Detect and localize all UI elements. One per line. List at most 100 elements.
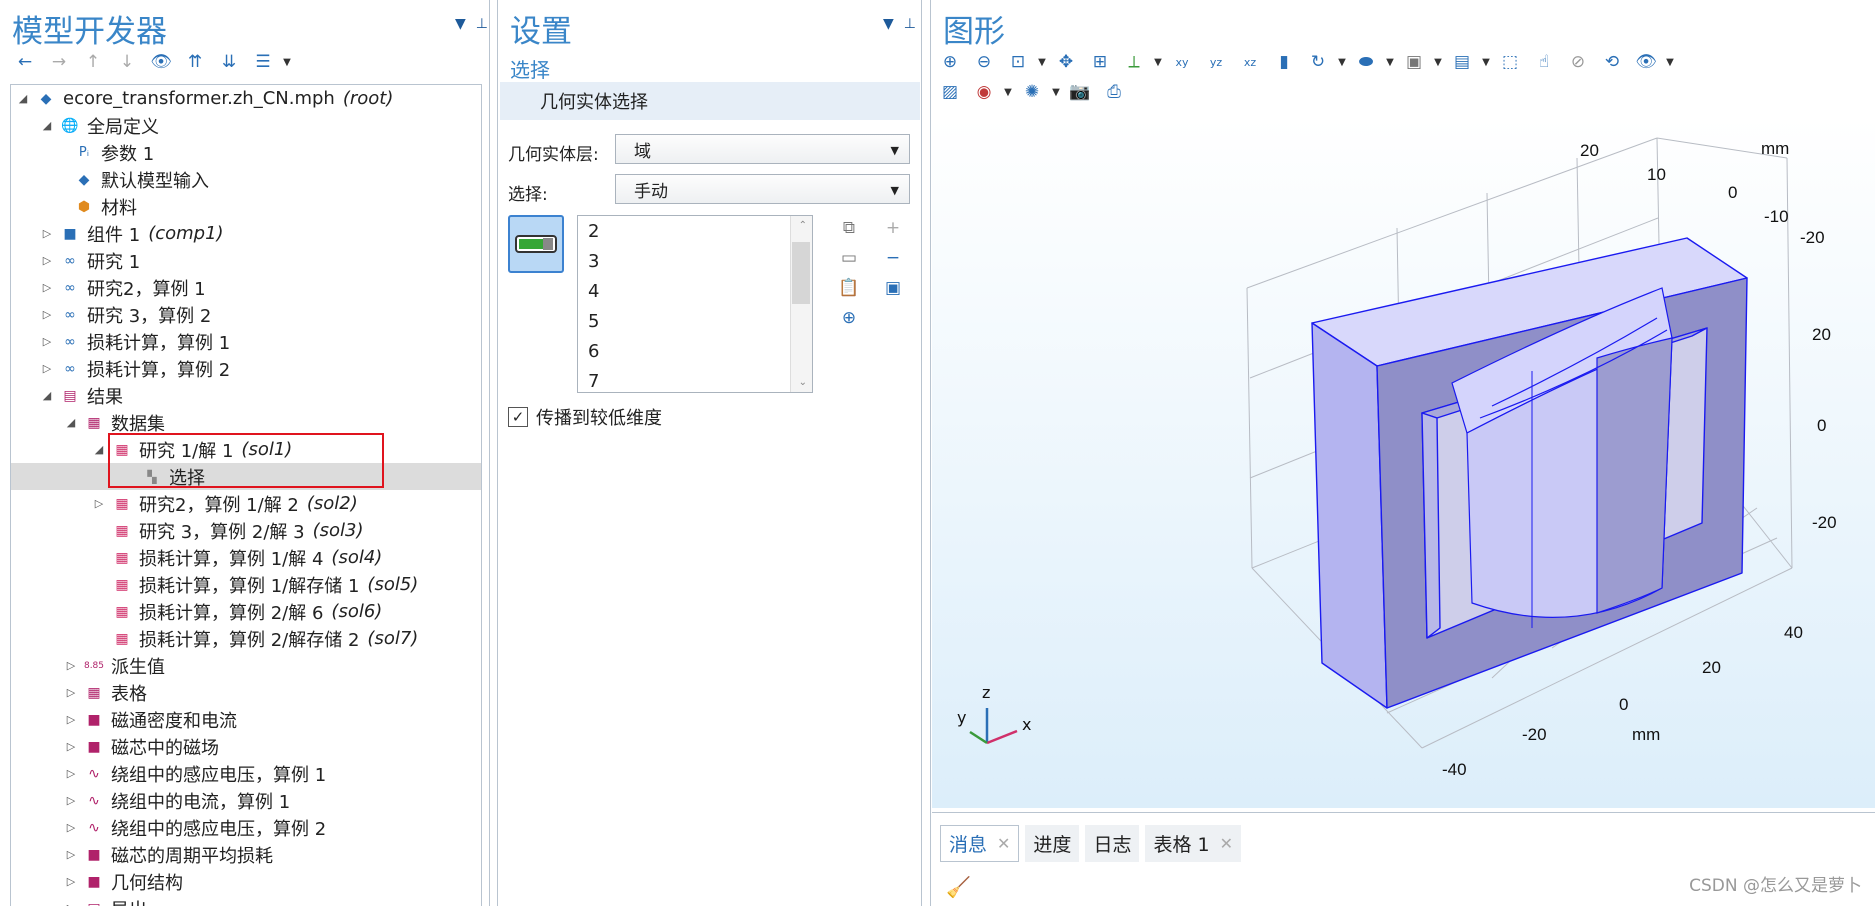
copy-selection-icon[interactable]: ▭	[836, 246, 862, 270]
expand-triangle-icon[interactable]: ▷	[63, 767, 79, 780]
pane-menu-icon[interactable]: ▼	[455, 16, 466, 32]
zoom-extents-icon[interactable]: ✥	[1049, 50, 1083, 74]
expand-triangle-icon[interactable]: ▷	[63, 686, 79, 699]
tree-node-materials[interactable]: ⬢ 材料	[11, 193, 481, 220]
graphics-canvas[interactable]: 20 10 0 -10 -20 mm 20 0 -20 40 20 0 -20 …	[932, 118, 1875, 808]
propagate-checkbox[interactable]: ✓ 传播到较低维度	[508, 404, 662, 430]
tree-node-datasets[interactable]: ◢ ▦ 数据集	[11, 409, 481, 436]
reset-hiding-icon[interactable]: ⟲	[1595, 50, 1629, 74]
transparency-icon[interactable]: ✺	[1015, 80, 1049, 104]
list-item[interactable]: 2	[578, 216, 812, 246]
transparency-dropdown[interactable]: ▼	[1049, 87, 1063, 98]
tree-node-root[interactable]: ◢ ◆ ecore_transformer.zh_CN.mph (root)	[11, 85, 481, 112]
tree-node-study-1[interactable]: ▷ ∞ 研究 1	[11, 247, 481, 274]
section-header[interactable]: 几何实体选择	[500, 82, 920, 120]
zoom-box-icon[interactable]: ⊡	[1001, 50, 1035, 74]
list-item[interactable]: 7	[578, 366, 812, 392]
collapse-triangle-icon[interactable]: ◢	[63, 416, 79, 429]
zoom-out-icon[interactable]: ⊖	[967, 50, 1001, 74]
list-item[interactable]: 3	[578, 246, 812, 276]
expand-triangle-icon[interactable]: ▷	[63, 794, 79, 807]
tree-node-plot-current-1[interactable]: ▷ ∿ 绕组中的电流，算例 1	[11, 787, 481, 814]
tree-node-tables[interactable]: ▷ ▦ 表格	[11, 679, 481, 706]
tab-messages[interactable]: 消息 ✕	[940, 825, 1020, 862]
move-up-icon[interactable]: ↑	[76, 50, 110, 74]
expand-triangle-icon[interactable]: ▷	[63, 821, 79, 834]
select-pointer-icon[interactable]: ☝	[1527, 50, 1561, 74]
tree-node-study-3[interactable]: ▷ ∞ 研究 3，算例 2	[11, 301, 481, 328]
tree-options-dropdown[interactable]: ▼	[280, 57, 294, 68]
pin-icon[interactable]: ⊥	[476, 16, 488, 32]
print-icon[interactable]: ⎙	[1097, 80, 1131, 104]
expand-triangle-icon[interactable]: ▷	[91, 497, 107, 510]
scroll-down-icon[interactable]: ⌄	[799, 377, 807, 388]
expand-all-icon[interactable]: ⇊	[212, 50, 246, 74]
tree-node-plot-voltage-2[interactable]: ▷ ∿ 绕组中的感应电压，算例 2	[11, 814, 481, 841]
light-dropdown[interactable]: ▼	[1001, 87, 1015, 98]
camera-view-icon[interactable]: ▮	[1267, 50, 1301, 74]
expand-triangle-icon[interactable]: ▷	[63, 848, 79, 861]
list-item[interactable]: 6	[578, 336, 812, 366]
move-down-icon[interactable]: ↓	[110, 50, 144, 74]
clipboard-icon[interactable]: 📋	[836, 276, 862, 300]
wireframe-icon[interactable]: ▤	[1445, 50, 1479, 74]
tree-node-plot-core-loss[interactable]: ▷ ■ 磁芯的周期平均损耗	[11, 841, 481, 868]
tree-node-default-model-inputs[interactable]: ◆ 默认模型输入	[11, 166, 481, 193]
tree-node-component[interactable]: ▷ ■ 组件 1 (comp1)	[11, 220, 481, 247]
tree-node-loss-study-2[interactable]: ▷ ∞ 损耗计算，算例 2	[11, 355, 481, 382]
show-icon[interactable]: 👁	[144, 50, 178, 74]
tree-node-derived-values[interactable]: ▷ 8.85 派生值	[11, 652, 481, 679]
scroll-up-icon[interactable]: ⌃	[799, 220, 807, 231]
tab-table-1[interactable]: 表格 1 ✕	[1145, 825, 1241, 862]
selection-list[interactable]: 2 3 4 5 6 7 ⌃ ⌄	[577, 215, 813, 393]
close-icon[interactable]: ✕	[1220, 834, 1233, 853]
scrollbar-thumb[interactable]	[792, 242, 810, 304]
list-item[interactable]: 4	[578, 276, 812, 306]
rotate-icon[interactable]: ↻	[1301, 50, 1335, 74]
tree-node-global-definitions[interactable]: ◢ 🌐 全局定义	[11, 112, 481, 139]
scrollbar[interactable]: ⌃ ⌄	[790, 216, 812, 392]
scene-light-icon[interactable]: ◉	[967, 80, 1001, 104]
list-item[interactable]: 5	[578, 306, 812, 336]
expand-triangle-icon[interactable]: ▷	[39, 254, 55, 267]
remove-icon[interactable]: −	[880, 246, 906, 270]
tree-node-plot-voltage-1[interactable]: ▷ ∿ 绕组中的感应电压，算例 1	[11, 760, 481, 787]
select-objects-icon[interactable]: ⬬	[1349, 50, 1383, 74]
zoom-selection-icon[interactable]: ⊕	[836, 306, 862, 330]
zoom-dropdown[interactable]: ▼	[1035, 57, 1049, 68]
expand-triangle-icon[interactable]: ▷	[39, 308, 55, 321]
tree-node-solution-3[interactable]: ▦ 研究 3，算例 2/解 3 (sol3)	[11, 517, 481, 544]
wireframe-dropdown[interactable]: ▼	[1479, 57, 1493, 68]
tree-node-study-2[interactable]: ▷ ∞ 研究2，算例 1	[11, 274, 481, 301]
hide-icon[interactable]: ⊘	[1561, 50, 1595, 74]
expand-triangle-icon[interactable]: ▷	[63, 902, 79, 906]
paste-selection-icon[interactable]: ⧉	[836, 216, 862, 240]
tree-node-solution-4[interactable]: ▦ 损耗计算，算例 1/解 4 (sol4)	[11, 544, 481, 571]
collapse-all-icon[interactable]: ⇈	[178, 50, 212, 74]
expand-triangle-icon[interactable]: ▷	[63, 659, 79, 672]
rotate-dropdown[interactable]: ▼	[1335, 57, 1349, 68]
tree-node-plot-core-field[interactable]: ▷ ■ 磁芯中的磁场	[11, 733, 481, 760]
clear-selection-icon[interactable]: ▨	[933, 80, 967, 104]
tree-node-plot-flux-density[interactable]: ▷ ■ 磁通密度和电流	[11, 706, 481, 733]
zoom-selected-icon[interactable]: ⊞	[1083, 50, 1117, 74]
add-icon[interactable]: +	[880, 216, 906, 240]
tree-node-solution-6[interactable]: ▦ 损耗计算，算例 2/解 6 (sol6)	[11, 598, 481, 625]
select-box-icon[interactable]: ⬚	[1493, 50, 1527, 74]
tree-node-selection[interactable]: ▚ 选择	[11, 463, 481, 490]
checkmark-icon[interactable]: ✓	[508, 407, 528, 427]
expand-triangle-icon[interactable]: ▷	[39, 362, 55, 375]
selection-select[interactable]: 手动 ▼	[615, 174, 910, 204]
xz-view-icon[interactable]: xz	[1233, 50, 1267, 74]
collapse-triangle-icon[interactable]: ◢	[15, 92, 31, 105]
expand-triangle-icon[interactable]: ▷	[39, 281, 55, 294]
tree-node-parameters[interactable]: Pᵢ 参数 1	[11, 139, 481, 166]
expand-triangle-icon[interactable]: ▷	[39, 335, 55, 348]
close-icon[interactable]: ✕	[997, 834, 1010, 853]
tree-options-icon[interactable]: ☰	[246, 50, 280, 74]
tree-node-solution-7[interactable]: ▦ 损耗计算，算例 2/解存储 2 (sol7)	[11, 625, 481, 652]
clear-messages-icon[interactable]: 🧹	[946, 875, 971, 899]
pin-icon[interactable]: ⊥	[904, 16, 916, 32]
yz-view-icon[interactable]: yz	[1199, 50, 1233, 74]
screenshot-icon[interactable]: 📷	[1063, 80, 1097, 104]
